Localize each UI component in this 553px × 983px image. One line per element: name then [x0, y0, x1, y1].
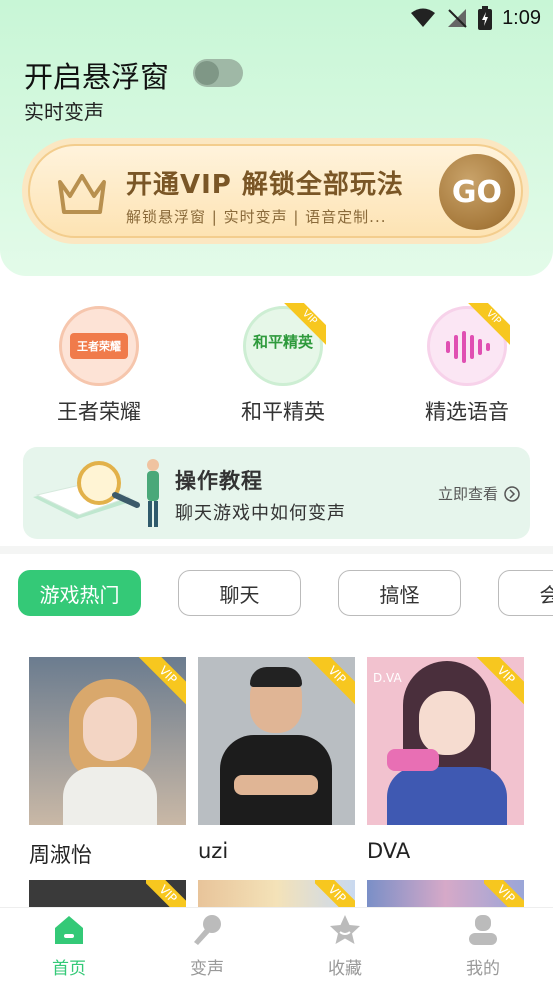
go-button[interactable]: GO [439, 154, 515, 230]
tutorial-subtitle: 聊天游戏中如何变声 [175, 503, 346, 524]
category-label: 和平精英 [241, 400, 325, 424]
tab-game-popular[interactable]: 游戏热门 [18, 570, 141, 616]
vip-badge: VIP [280, 303, 326, 349]
nav-voice-change[interactable]: 变声 [167, 914, 247, 979]
floating-window-toggle[interactable] [193, 59, 243, 87]
vip-badge: VIP [146, 880, 186, 910]
chevron-right-circle-icon [504, 485, 520, 502]
book-magnifier-icon [33, 459, 159, 527]
voice-card-uzi[interactable]: VIP uzi [198, 657, 355, 863]
vip-banner-desc: 解锁悬浮窗 | 实时变声 | 语音定制... [126, 208, 387, 226]
vip-badge: VIP [484, 880, 524, 910]
category-label: 精选语音 [425, 400, 509, 424]
vip-badge: VIP [474, 657, 524, 707]
voice-card-partial[interactable]: VIP [198, 880, 355, 910]
category-honor-of-kings[interactable]: 王者荣耀 王者荣耀 [39, 306, 159, 426]
status-bar: 1:09 [0, 0, 553, 40]
category-featured-voice[interactable]: VIP 精选语音 [407, 303, 527, 426]
status-time: 1:09 [502, 6, 541, 29]
dva-overlay-text: D.VA [373, 671, 402, 685]
nav-voice-change-label: 变声 [190, 959, 224, 979]
vip-banner[interactable]: 开通VIP 解锁全部玩法 解锁悬浮窗 | 实时变声 | 语音定制... GO [22, 138, 529, 244]
vip-badge: VIP [464, 303, 510, 349]
vip-badge: VIP [305, 657, 355, 707]
vip-badge: VIP [315, 880, 355, 910]
nav-favorites-label: 收藏 [328, 959, 362, 979]
no-signal-icon [448, 9, 467, 28]
voice-card-dva[interactable]: D.VA VIP DVA [367, 657, 524, 863]
nav-profile[interactable]: 我的 [443, 914, 523, 979]
home-icon [55, 916, 83, 944]
toggle-knob [195, 61, 219, 85]
voice-card-image: VIP [29, 657, 186, 825]
battery-icon [478, 6, 493, 30]
voice-card-partial[interactable]: VIP [29, 880, 186, 910]
bottom-navigation: 首页 变声 收藏 我的 [0, 907, 553, 983]
view-now-label: 立即查看 [437, 485, 498, 503]
category-label: 王者荣耀 [57, 400, 141, 424]
tab-member[interactable]: 会员 [498, 570, 553, 616]
floating-window-subtitle: 实时变声 [24, 100, 104, 124]
vip-badge: VIP [136, 657, 186, 707]
star-icon [330, 915, 360, 944]
voice-card-name: DVA [367, 839, 411, 863]
wifi-icon [411, 8, 436, 27]
honor-of-kings-logo-text: 王者荣耀 [70, 333, 128, 359]
nav-profile-label: 我的 [466, 959, 500, 979]
sound-wave-icon: VIP [427, 303, 510, 386]
nav-home-label: 首页 [52, 959, 86, 979]
nav-favorites[interactable]: 收藏 [305, 914, 385, 979]
peacekeeper-elite-logo-icon: 和平精英 VIP [243, 303, 326, 386]
section-divider [0, 546, 553, 554]
voice-card-image: VIP [198, 657, 355, 825]
nav-home[interactable]: 首页 [29, 914, 109, 979]
crown-icon [58, 174, 106, 214]
microphone-icon [194, 915, 221, 945]
tutorial-title: 操作教程 [175, 469, 263, 493]
tab-funny[interactable]: 搞怪 [338, 570, 461, 616]
voice-card-partial[interactable]: VIP [367, 880, 524, 910]
tab-chat[interactable]: 聊天 [178, 570, 301, 616]
floating-window-title: 开启悬浮窗 [24, 60, 170, 94]
category-tabs: 游戏热门 聊天 搞怪 会员 [18, 570, 553, 616]
honor-of-kings-logo-icon: 王者荣耀 [59, 306, 139, 386]
tutorial-banner[interactable]: 操作教程 聊天游戏中如何变声 立即查看 [23, 447, 530, 539]
voice-card-image: D.VA VIP [367, 657, 524, 825]
category-peacekeeper-elite[interactable]: 和平精英 VIP 和平精英 [223, 303, 343, 426]
user-icon [469, 915, 497, 945]
voice-card-name: uzi [198, 839, 229, 863]
voice-card-zhou-shuyi[interactable]: VIP 周淑怡 [29, 657, 186, 869]
vip-banner-title: 开通VIP 解锁全部玩法 [126, 170, 404, 200]
view-now-link[interactable]: 立即查看 [438, 483, 520, 504]
voice-card-name: 周淑怡 [29, 843, 92, 867]
